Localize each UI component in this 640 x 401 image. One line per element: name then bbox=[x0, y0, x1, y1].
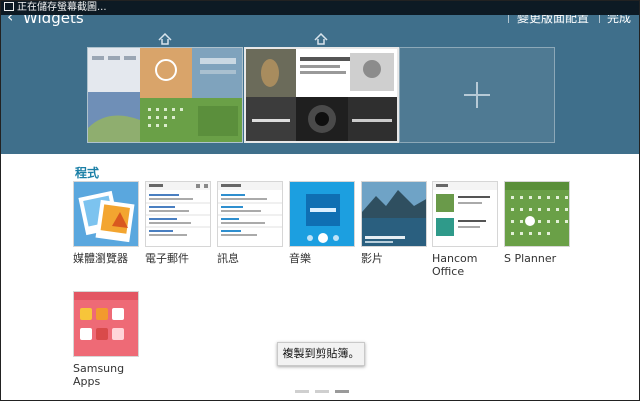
status-bar: 正在儲存螢幕截圖... bbox=[1, 1, 639, 15]
home-page-icon[interactable] bbox=[157, 33, 173, 45]
pager-indicator-page-2[interactable] bbox=[315, 390, 329, 393]
samsung-apps-widget-icon bbox=[73, 291, 139, 357]
video-widget-icon bbox=[361, 181, 427, 247]
gallery-widget-icon bbox=[73, 181, 139, 247]
hancom-office-widget-icon bbox=[432, 181, 498, 247]
music-widget-icon bbox=[289, 181, 355, 247]
home-page-preview bbox=[88, 48, 242, 142]
home-page-thumbnail[interactable] bbox=[87, 47, 243, 143]
add-page-tile[interactable] bbox=[399, 47, 555, 143]
widget-label: 音樂 bbox=[289, 252, 311, 265]
s-planner-widget-icon bbox=[504, 181, 570, 247]
home-page-icon[interactable] bbox=[313, 33, 329, 45]
widget-label: Hancom Office bbox=[432, 252, 478, 278]
clipboard-toast: 複製到剪貼簿。 bbox=[277, 342, 365, 366]
home-pages-panel: ‹ Widgets 變更版面配置 完成 bbox=[1, 1, 639, 154]
widgets-screen: ‹ Widgets 變更版面配置 完成 正在儲存螢幕截圖... 程式 媒體瀏覽器… bbox=[0, 0, 640, 401]
widget-label: 媒體瀏覽器 bbox=[73, 252, 128, 265]
home-page-thumbnail-current[interactable] bbox=[244, 47, 399, 143]
messages-widget-icon bbox=[217, 181, 283, 247]
widget-label: S Planner bbox=[504, 252, 557, 265]
widget-label: 影片 bbox=[361, 252, 383, 265]
status-notification: 正在儲存螢幕截圖... bbox=[17, 2, 107, 13]
widget-label: 訊息 bbox=[217, 252, 239, 265]
add-page-icon bbox=[464, 82, 490, 108]
email-widget-icon bbox=[145, 181, 211, 247]
pager-indicator-page-3[interactable] bbox=[335, 390, 349, 393]
section-title: 程式 bbox=[75, 166, 100, 180]
widget-label: 電子郵件 bbox=[145, 252, 189, 265]
home-page-preview bbox=[246, 49, 397, 141]
screenshot-icon bbox=[4, 2, 14, 11]
widget-label: Samsung Apps bbox=[73, 362, 125, 388]
widget-samsung-apps[interactable]: Samsung Apps bbox=[73, 291, 213, 388]
pager-indicator-page-1[interactable] bbox=[295, 390, 309, 393]
widget-s-planner[interactable]: S Planner bbox=[504, 181, 639, 265]
